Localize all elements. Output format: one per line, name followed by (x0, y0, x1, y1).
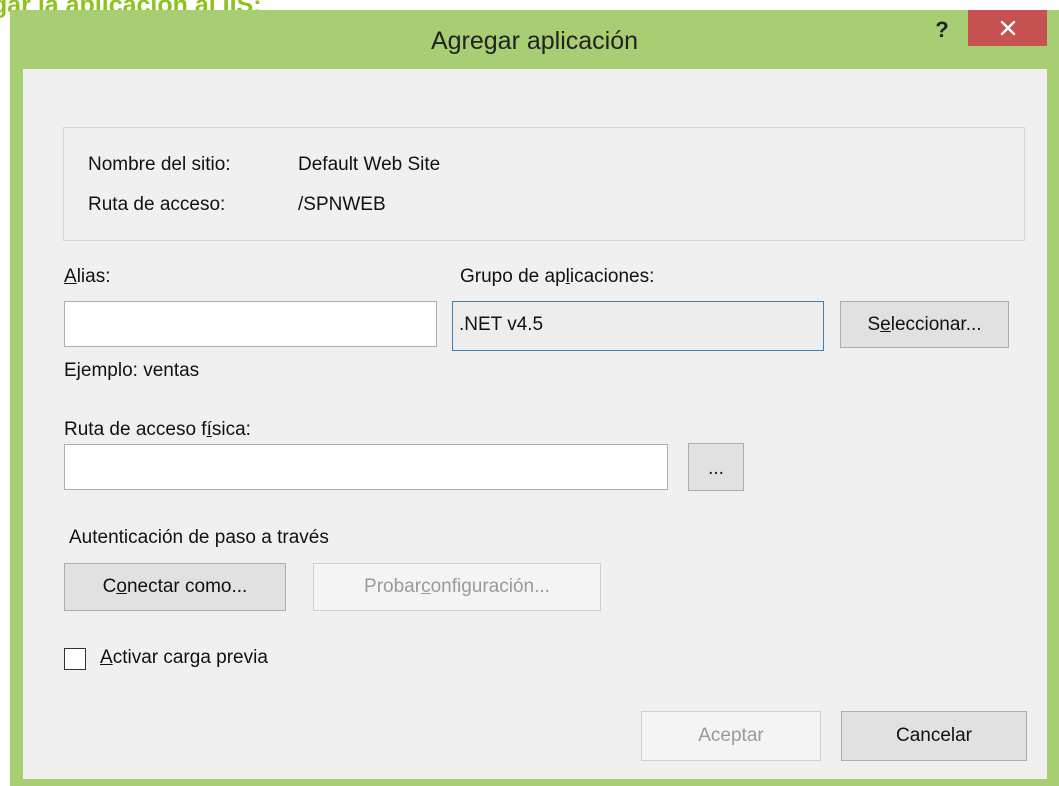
site-name-value: Default Web Site (298, 154, 441, 175)
enable-preload-checkbox[interactable] (64, 648, 86, 670)
site-info-panel: Nombre del sitio: Default Web Site Ruta d… (63, 127, 1025, 241)
alias-input[interactable] (64, 301, 437, 347)
browse-button[interactable]: ... (688, 443, 744, 491)
ok-button[interactable]: Aceptar (641, 711, 821, 761)
enable-preload-label[interactable]: Activar carga previa (100, 647, 268, 669)
site-name-label: Nombre del sitio: (88, 154, 231, 175)
screen: gar la aplicación al IIS: Agregar aplica… (0, 0, 1059, 786)
help-button[interactable]: ? (925, 10, 959, 50)
add-application-dialog: Agregar aplicación ? Nombre del sitio: De… (10, 10, 1059, 786)
app-pool-label: Grupo de aplicaciones: (460, 266, 655, 287)
connect-as-button[interactable]: Co nectar como... (64, 563, 286, 611)
physical-path-label: Ruta de acceso física: (64, 419, 251, 440)
select-app-pool-button[interactable]: Se leccionar... (840, 301, 1009, 348)
alias-label: Alias: (64, 266, 111, 287)
app-pool-field[interactable]: .NET v4.5 (452, 301, 824, 351)
close-button[interactable] (968, 10, 1047, 46)
path-value: /SPNWEB (298, 194, 386, 215)
alias-example: Ejemplo: ventas (64, 360, 200, 381)
title-bar[interactable]: Agregar aplicación ? (10, 10, 1059, 69)
test-settings-button[interactable]: Probar c onfiguración... (313, 563, 601, 611)
path-label: Ruta de acceso: (88, 194, 226, 215)
path-row: Ruta de acceso: /SPNWEB (88, 194, 386, 216)
dialog-body: Nombre del sitio: Default Web Site Ruta d… (23, 69, 1047, 779)
auth-heading: Autenticación de paso a través (69, 527, 329, 548)
cancel-button[interactable]: Cancelar (841, 711, 1027, 761)
close-icon (1000, 20, 1015, 36)
dialog-title: Agregar aplicación (430, 27, 639, 55)
site-name-row: Nombre del sitio: Default Web Site (88, 154, 440, 176)
physical-path-input[interactable] (64, 444, 668, 490)
